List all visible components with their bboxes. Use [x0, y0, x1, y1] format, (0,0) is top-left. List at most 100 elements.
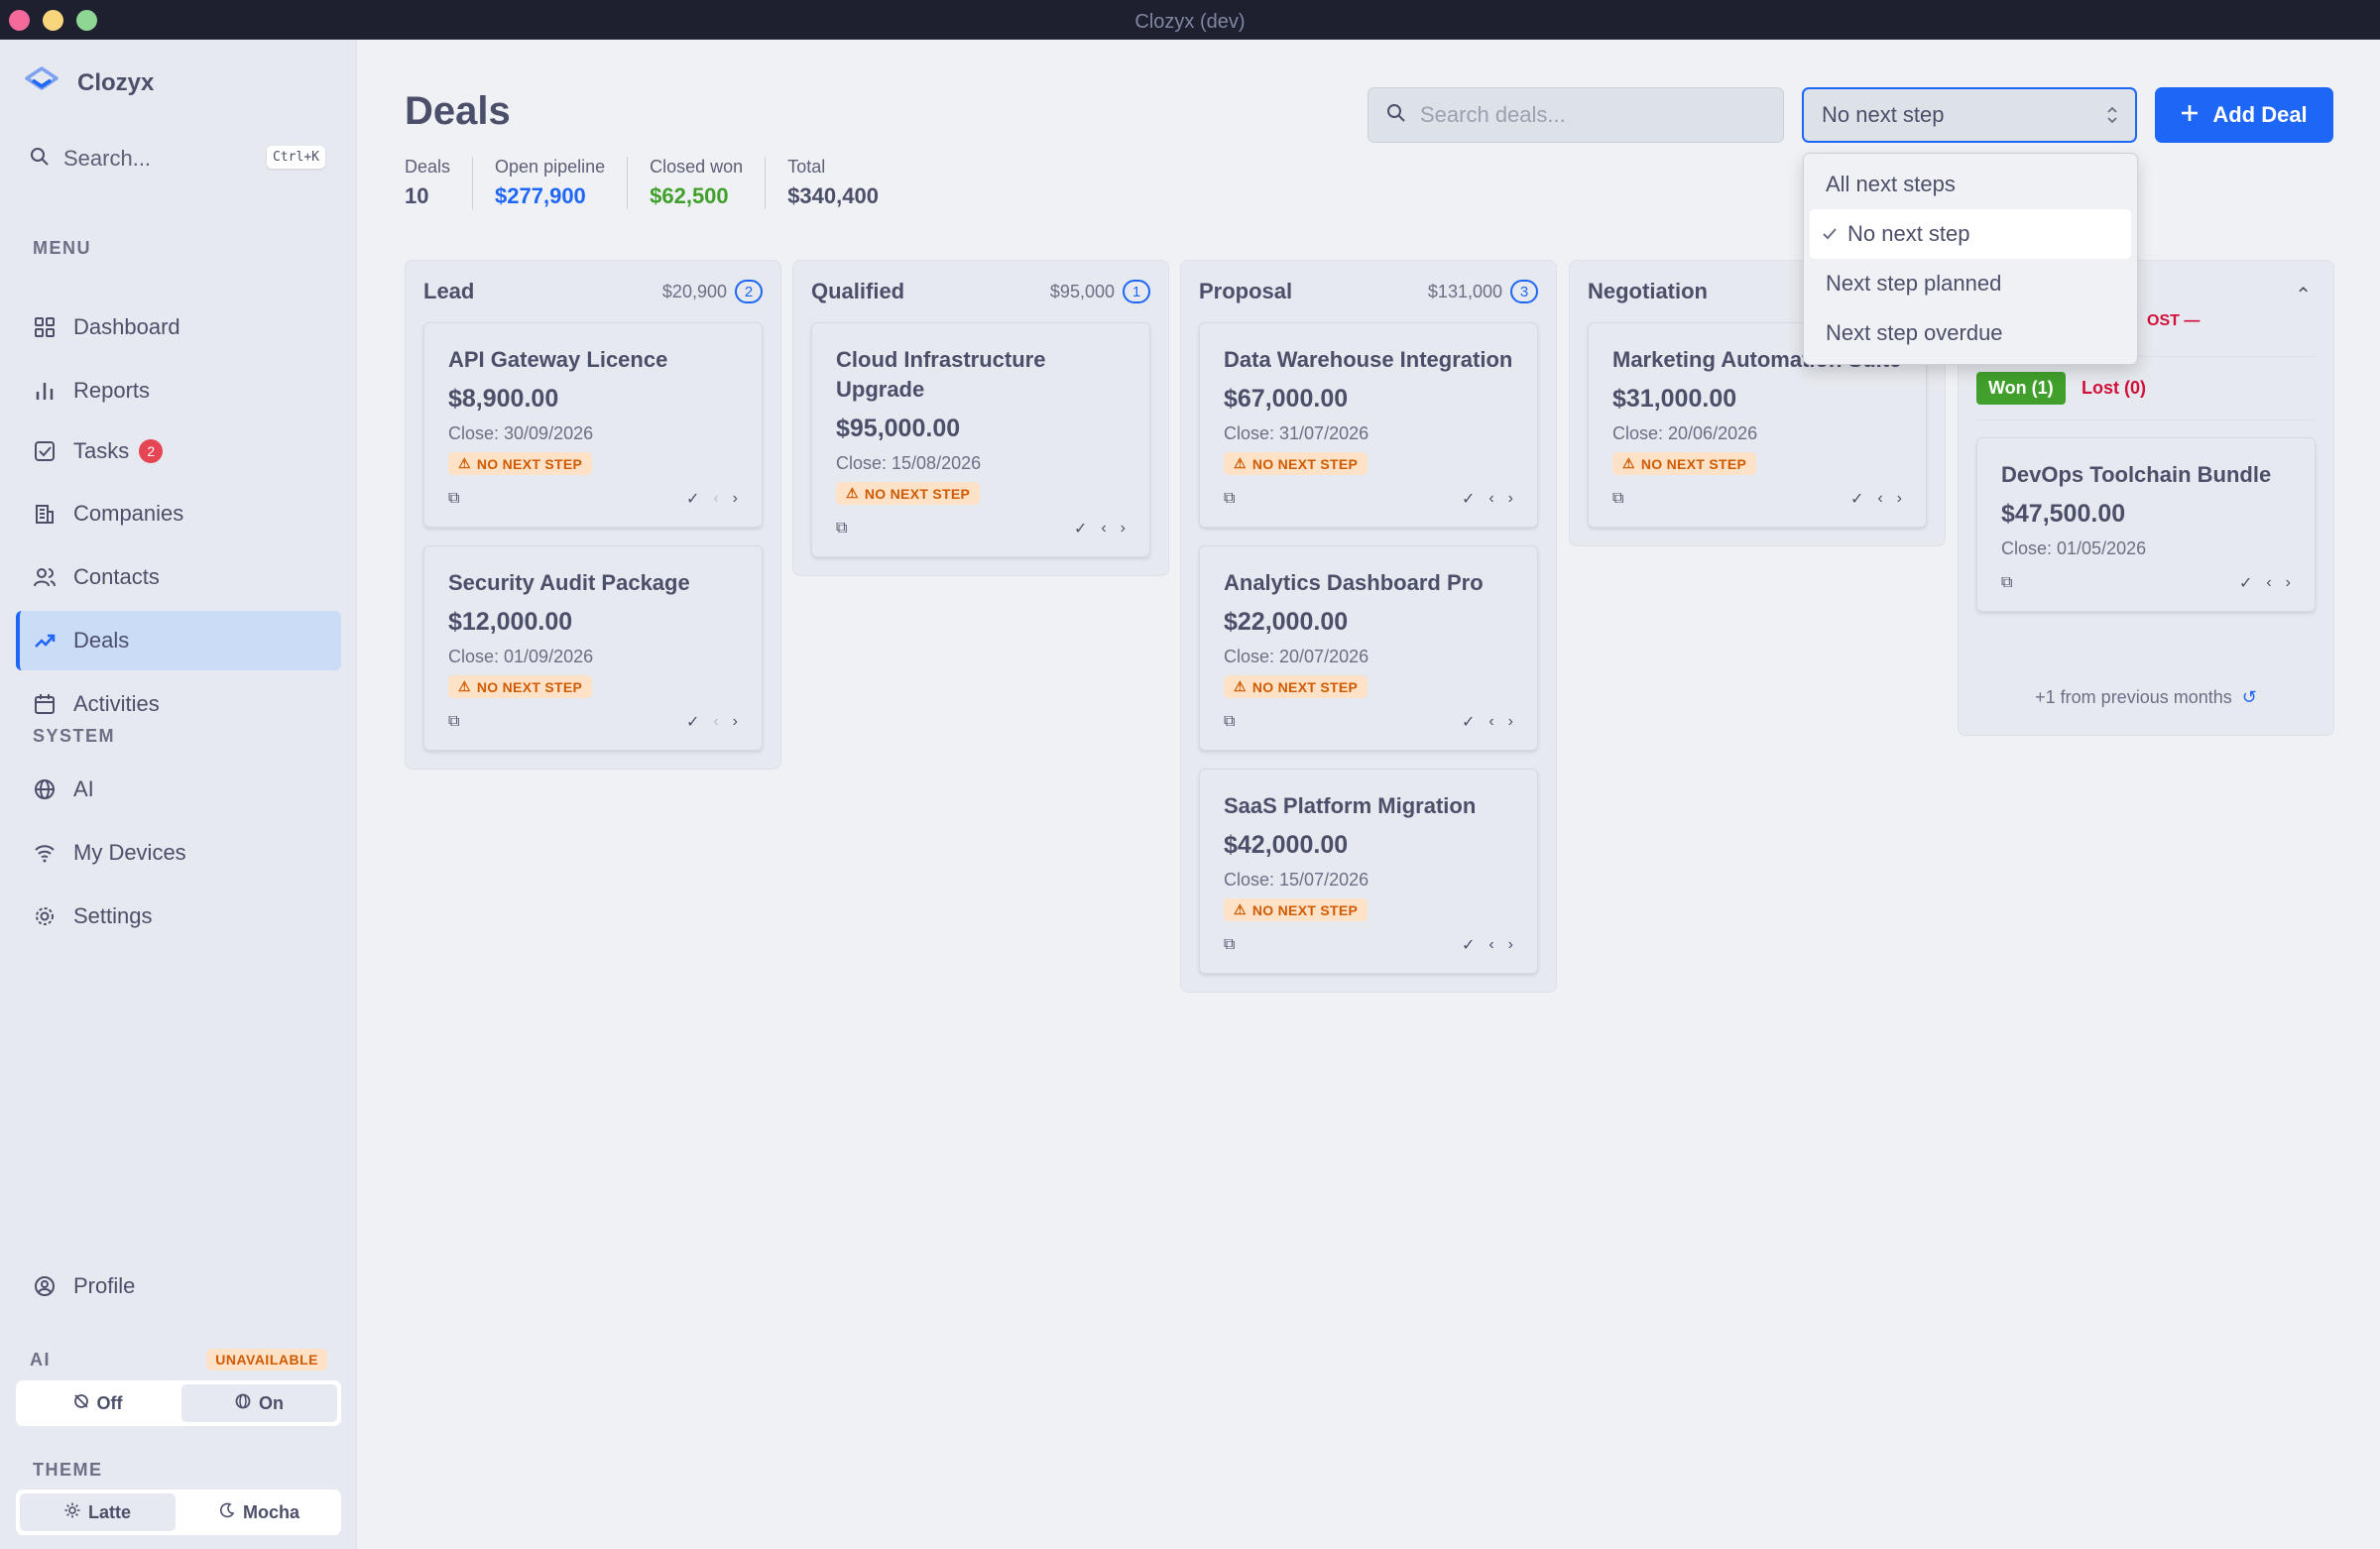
history-icon: ↺ — [2241, 687, 2257, 707]
mark-complete-icon[interactable]: ✓ — [1462, 935, 1475, 955]
ai-label: AI — [30, 1349, 51, 1370]
move-left-icon[interactable]: ‹ — [1101, 520, 1106, 537]
no-next-step-badge: ⚠ NO NEXT STEP — [1612, 452, 1757, 475]
deal-name: Cloud Infrastructure Upgrade — [836, 347, 1046, 402]
move-right-icon[interactable]: › — [2286, 574, 2291, 592]
deal-card[interactable]: SaaS Platform Migration $42,000.00 Close… — [1199, 769, 1538, 974]
sidebar-item-contacts[interactable]: Contacts — [16, 547, 341, 607]
sidebar-item-tasks[interactable]: Tasks 2 — [16, 421, 341, 481]
move-left-icon[interactable]: ‹ — [2266, 574, 2271, 592]
users-icon — [32, 566, 58, 588]
option-label: Next step overdue — [1826, 320, 2003, 345]
sidebar-item-activities[interactable]: Activities — [16, 674, 341, 734]
sidebar-item-deals[interactable]: Deals — [16, 611, 341, 670]
move-left-icon[interactable]: ‹ — [1488, 713, 1493, 731]
move-right-icon[interactable]: › — [1897, 490, 1902, 508]
move-right-icon[interactable]: › — [1121, 520, 1126, 537]
gear-icon — [32, 905, 58, 927]
system-section-label: SYSTEM — [33, 726, 116, 746]
previous-months-link[interactable]: +1 from previous months ↺ — [1959, 687, 2333, 708]
filter-option-no-next-step[interactable]: No next step — [1810, 209, 2131, 259]
deal-name: Data Warehouse Integration — [1224, 347, 1513, 372]
ai-off-option[interactable]: Off — [20, 1384, 176, 1422]
theme-mocha-option[interactable]: Mocha — [181, 1493, 337, 1531]
move-left-icon[interactable]: ‹ — [713, 713, 718, 731]
move-left-icon[interactable]: ‹ — [1488, 490, 1493, 508]
sidebar-item-ai[interactable]: AI — [16, 760, 341, 819]
search-icon — [30, 147, 50, 172]
next-step-filter-select[interactable]: No next step — [1802, 87, 2137, 143]
mark-complete-icon[interactable]: ✓ — [686, 712, 699, 732]
open-external-icon[interactable]: ⧉ — [1612, 490, 1623, 508]
column-total: $20,900 — [661, 281, 727, 301]
chevron-up-icon[interactable]: ⌃ — [2295, 283, 2312, 307]
open-external-icon[interactable]: ⧉ — [448, 713, 459, 731]
badge-text: NO NEXT STEP — [1640, 455, 1747, 472]
move-right-icon[interactable]: › — [1508, 490, 1513, 508]
sidebar-item-companies[interactable]: Companies — [16, 484, 341, 543]
power-off-icon — [73, 1393, 89, 1414]
filter-option-all[interactable]: All next steps — [1810, 160, 2131, 209]
warning-icon: ⚠ — [846, 485, 859, 501]
sidebar-item-profile[interactable]: Profile — [16, 1256, 341, 1316]
deal-amount: $22,000.00 — [1224, 608, 1349, 636]
mark-complete-icon[interactable]: ✓ — [1462, 712, 1475, 732]
filter-option-planned[interactable]: Next step planned — [1810, 259, 2131, 308]
dashboard-icon — [32, 316, 58, 338]
ai-unavailable-badge: UNAVAILABLE — [206, 1349, 327, 1370]
won-tab[interactable]: Won (1) — [1976, 372, 2066, 405]
open-external-icon[interactable]: ⧉ — [1224, 490, 1235, 508]
deal-amount: $42,000.00 — [1224, 831, 1349, 859]
ai-on-option[interactable]: On — [181, 1384, 337, 1422]
move-left-icon[interactable]: ‹ — [1488, 936, 1493, 954]
deals-search-input[interactable]: Search deals... — [1368, 87, 1784, 143]
sidebar-search[interactable]: Search... Ctrl+K — [30, 139, 327, 179]
deal-card[interactable]: API Gateway Licence $8,900.00 Close: 30/… — [423, 322, 763, 528]
open-external-icon[interactable]: ⧉ — [1224, 936, 1235, 954]
open-external-icon[interactable]: ⧉ — [448, 490, 459, 508]
next-step-filter-menu: All next steps No next step Next step pl… — [1803, 153, 2138, 365]
sidebar-item-dashboard[interactable]: Dashboard — [16, 298, 341, 357]
mark-complete-icon[interactable]: ✓ — [1074, 519, 1087, 538]
deal-card[interactable]: Data Warehouse Integration $67,000.00 Cl… — [1199, 322, 1538, 528]
search-icon — [1386, 103, 1406, 128]
open-external-icon[interactable]: ⧉ — [2001, 574, 2012, 592]
deal-card[interactable]: Analytics Dashboard Pro $22,000.00 Close… — [1199, 545, 1538, 751]
mark-complete-icon[interactable]: ✓ — [686, 489, 699, 509]
window-titlebar: Clozyx (dev) — [0, 0, 2380, 40]
brand[interactable]: Clozyx — [24, 65, 154, 100]
globe-icon — [235, 1393, 251, 1414]
mark-complete-icon[interactable]: ✓ — [2239, 573, 2252, 593]
open-external-icon[interactable]: ⧉ — [836, 520, 847, 537]
move-right-icon[interactable]: › — [1508, 713, 1513, 731]
move-right-icon[interactable]: › — [733, 713, 738, 731]
move-left-icon[interactable]: ‹ — [713, 490, 718, 508]
sidebar-item-my-devices[interactable]: My Devices — [16, 823, 341, 883]
filter-option-overdue[interactable]: Next step overdue — [1810, 308, 2131, 358]
sun-icon — [64, 1502, 80, 1523]
menu-section-label: MENU — [33, 238, 91, 258]
lost-tab[interactable]: Lost (0) — [2082, 378, 2146, 399]
move-left-icon[interactable]: ‹ — [1877, 490, 1882, 508]
deal-close-date: Close: 01/09/2026 — [448, 647, 594, 666]
warning-icon: ⚠ — [1234, 455, 1247, 471]
stat-label: Open pipeline — [495, 157, 606, 177]
mark-complete-icon[interactable]: ✓ — [1850, 489, 1863, 509]
sidebar-item-settings[interactable]: Settings — [16, 887, 341, 946]
mark-complete-icon[interactable]: ✓ — [1462, 489, 1475, 509]
deal-card[interactable]: Cloud Infrastructure Upgrade $95,000.00 … — [811, 322, 1150, 557]
column-count-badge: 2 — [735, 280, 763, 303]
deal-card[interactable]: DevOps Toolchain Bundle $47,500.00 Close… — [1976, 437, 2316, 612]
sidebar-item-reports[interactable]: Reports — [16, 361, 341, 420]
option-label: Next step planned — [1826, 271, 2002, 296]
move-right-icon[interactable]: › — [733, 490, 738, 508]
option-label: All next steps — [1826, 172, 1956, 196]
previous-months-text: +1 from previous months — [2035, 687, 2232, 707]
tasks-count-badge: 2 — [139, 439, 164, 463]
move-right-icon[interactable]: › — [1508, 936, 1513, 954]
add-deal-button[interactable]: Add Deal — [2155, 87, 2333, 143]
open-external-icon[interactable]: ⧉ — [1224, 713, 1235, 731]
check-icon — [1822, 226, 1838, 242]
deal-card[interactable]: Security Audit Package $12,000.00 Close:… — [423, 545, 763, 751]
theme-latte-option[interactable]: Latte — [20, 1493, 176, 1531]
